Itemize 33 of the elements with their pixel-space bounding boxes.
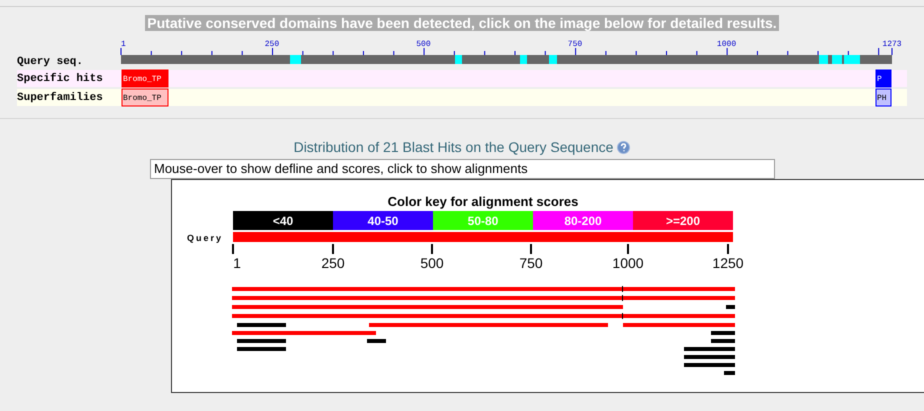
query-label: Query — [187, 233, 224, 243]
domain-hit[interactable]: PH — [876, 88, 892, 106]
info-field[interactable]: Mouse-over to show defline and scores, click to show alignments — [150, 159, 775, 179]
key-title: Color key for alignment scores — [388, 194, 578, 209]
scale-label: 1 — [121, 40, 126, 49]
color-key-label: 50-80 — [468, 214, 498, 228]
row-label: Superfamilies — [17, 92, 103, 104]
scale-label: 1000 — [716, 40, 736, 49]
scale-label: 500 — [416, 40, 431, 49]
scale-label: 250 — [264, 40, 280, 49]
domain-hit[interactable]: Bromo_TP — [122, 88, 168, 106]
axis-label: 250 — [321, 255, 345, 271]
scale-label: 1273 — [882, 40, 902, 49]
banner-message: Putative conserved domains have been detected, click on the image below for detailed results. — [145, 15, 779, 31]
domain-hit[interactable]: Bromo_TP — [122, 70, 168, 88]
distribution-title: Distribution of 21 Blast Hits on the Query Sequence — [294, 139, 614, 155]
color-key-label: >=200 — [666, 214, 700, 228]
color-key-label: <40 — [272, 214, 294, 228]
domain-hit[interactable]: P — [876, 70, 892, 88]
row-label: Query seq. — [17, 56, 84, 68]
axis-label: 500 — [420, 255, 444, 271]
conserved-domains-drawing[interactable]: 1 250 500 750 1000 1273 Query seq. Specific hits Bromo_TP P Superfamilies Bromo_TP PH — [0, 33, 924, 108]
axis-label: 750 — [519, 255, 543, 271]
color-key-label: 80-200 — [564, 214, 602, 228]
color-key-label: 40-50 — [368, 214, 398, 228]
axis-label: 1250 — [712, 255, 744, 271]
scale-label: 750 — [568, 40, 582, 49]
alignment-hits-drawing[interactable] — [232, 286, 735, 375]
query-sequence-bar[interactable] — [120, 48, 892, 64]
axis-label: 1000 — [612, 255, 644, 271]
axis-label: 1 — [233, 255, 241, 271]
row-label: Specific hits — [17, 73, 103, 85]
help-icon[interactable] — [617, 140, 630, 154]
